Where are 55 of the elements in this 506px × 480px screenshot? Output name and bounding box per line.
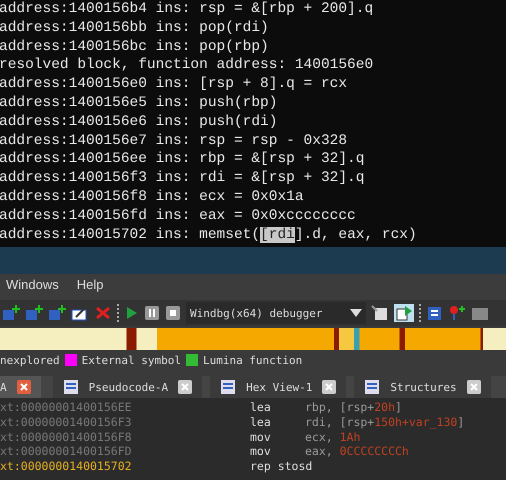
view-icon [364, 379, 380, 395]
caret-icon [350, 308, 362, 318]
legend-label: External symbol [82, 354, 181, 366]
terminal-line: address:1400156b4 ins: rsp = &[rbp + 200].q [0, 0, 374, 19]
terminal-line: address:1400156e0 ins: [rsp + 8].q = rcx [0, 75, 348, 94]
navigation-band[interactable] [0, 328, 506, 350]
play-icon[interactable] [125, 305, 139, 321]
tab[interactable]: Pseudocode-A [52, 376, 202, 398]
terminal-line: address:1400156e7 ins: rsp = rsp - 0x328 [0, 132, 348, 150]
address-label: xt:00000001400156FD [0, 444, 133, 460]
terminal-line: address:1400156e5 ins: push(rbp) [0, 94, 278, 113]
close-icon[interactable] [16, 380, 31, 394]
operands: ecx, 1Ah [305, 430, 360, 444]
debugger-dropdown[interactable]: Windbg(x64) debugger [186, 302, 366, 324]
operands: rdi, [rsp+150h+var_130] [305, 414, 464, 430]
list-icon[interactable] [427, 305, 444, 321]
pause-icon[interactable] [144, 305, 160, 321]
terminal-line: resolved block, function address: 1400156e0 [0, 56, 374, 76]
terminal-line: address:1400156ee ins: rbp = &[rsp + 32].q [0, 150, 366, 170]
terminal-line: address:1400156fd ins: eax = 0x0xcccccccc [0, 206, 357, 226]
tab[interactable]: Hex View-1 [210, 376, 346, 398]
close-icon[interactable] [322, 380, 336, 394]
address-label: xt:00000001400156EE [0, 400, 133, 415]
view-icon [62, 379, 79, 395]
terminal-line: address:1400156bb ins: pop(rdi) [0, 18, 270, 38]
terminal-line: address:1400156e6 ins: push(rdi) [0, 112, 278, 132]
view-icon [220, 379, 236, 395]
mnemonic: lea [250, 400, 272, 415]
breakpoint-add-icon[interactable] [448, 305, 466, 321]
operands: rbp, [rsp+20h] [305, 400, 402, 415]
mnemonic: mov [250, 444, 272, 460]
menu-item[interactable]: Windows [6, 277, 59, 297]
terminal-line: address:1400156bc ins: pop(rbp) [0, 38, 270, 56]
operands: eax, 0CCCCCCCCh [305, 444, 409, 460]
stop-icon[interactable] [165, 305, 181, 321]
address-label: xt:00000001400156F8 [0, 430, 133, 444]
address-label: xt:00000001400156F3 [0, 414, 133, 430]
tab[interactable]: Structures [354, 376, 491, 398]
address-label: xt:0000000140015702 [0, 459, 133, 474]
terminal-line: address:1400156f3 ins: rdi = &[rsp + 32].q [0, 169, 366, 188]
delete-icon[interactable] [94, 305, 112, 321]
tab[interactable]: A [0, 376, 41, 398]
close-icon[interactable] [466, 380, 481, 394]
mnemonic: mov [250, 430, 272, 444]
add-icon[interactable] [2, 305, 20, 321]
terminal-line: address:1400156f8 ins: ecx = 0x0x1a [0, 188, 305, 207]
document-icon[interactable] [371, 305, 390, 321]
terminal-line: address:140015702 ins: memset([rdi].d, eax, rcx) [0, 226, 418, 244]
menu-item[interactable]: Help [76, 277, 104, 297]
mnemonic: lea [250, 414, 272, 430]
close-icon[interactable] [178, 380, 192, 394]
legend-label: nexplored [0, 354, 60, 366]
run-to-cursor-icon[interactable] [394, 304, 414, 322]
legend-label: Lumina function [202, 354, 302, 366]
mnemonic: rep stosd [250, 459, 312, 474]
